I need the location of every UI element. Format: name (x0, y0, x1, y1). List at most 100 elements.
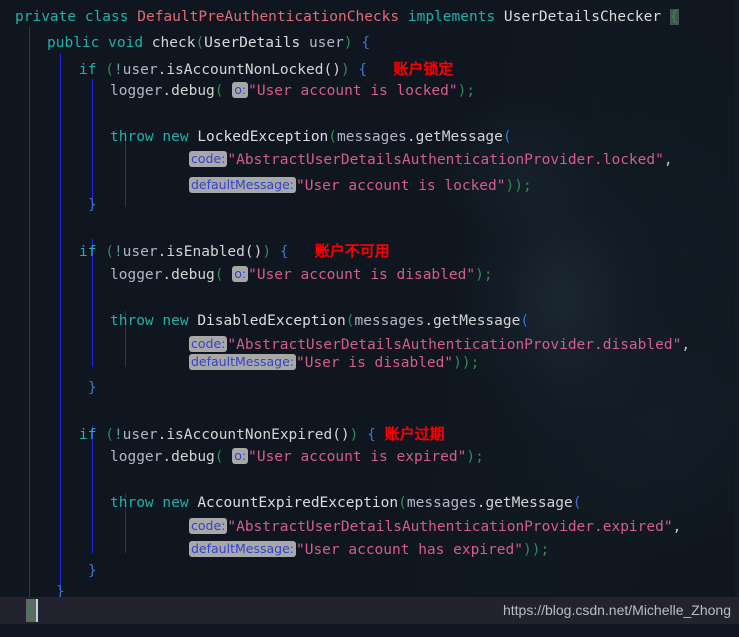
text-caret (36, 599, 38, 622)
token-keyword-throw: throw (110, 495, 154, 511)
code-line-4: logger.debug( o: "User account is locked"… (110, 78, 475, 104)
token-dot: . (162, 267, 172, 283)
token-logger: logger (110, 449, 163, 465)
token-lparen2: ( (572, 495, 582, 511)
token-close-brace: } (88, 563, 97, 579)
annotation-account-locked: 账户锁定 (393, 60, 454, 78)
token-receiver: user (122, 244, 158, 260)
param-hint-badge-defaultmessage: defaultMessage: (189, 177, 296, 193)
param-hint-badge-code: code: (189, 151, 228, 167)
param-hint-badge-defaultmessage: defaultMessage: (189, 541, 296, 557)
token-keyword-if: if (79, 244, 97, 260)
token-keyword-void: void (108, 35, 144, 51)
token-keyword-new: new (162, 129, 189, 145)
token-open-brace: { (361, 35, 371, 51)
token-semicolon: ; (466, 83, 476, 99)
token-string: "AbstractUserDetailsAuthenticationProvid… (227, 152, 664, 168)
bottom-bar (0, 624, 739, 637)
token-string: "User account is locked" (295, 178, 506, 194)
token-open-brace: { (279, 244, 289, 260)
token-exception-class: AccountExpiredException (197, 495, 399, 511)
token-semicolon: ; (475, 449, 484, 465)
token-param-type: UserDetails (204, 35, 301, 51)
token-close-parens: )) (453, 355, 471, 371)
code-line-1: private class DefaultPreAuthenticationCh… (15, 4, 679, 30)
token-keyword-new: new (162, 313, 189, 329)
param-hint-badge: o: (232, 82, 249, 98)
token-lparen2: ( (520, 313, 530, 329)
token-lparen: ( (195, 35, 205, 51)
token-string: "User account is locked" (248, 83, 458, 99)
token-interface-name: UserDetailsChecker (503, 9, 662, 25)
code-editor[interactable]: private class DefaultPreAuthenticationCh… (0, 0, 739, 597)
token-call-getmessage: getMessage (485, 495, 573, 511)
token-lparen: ( (398, 495, 407, 511)
token-exception-class: DisabledException (197, 313, 346, 329)
token-receiver: messages (406, 495, 477, 511)
watermark-url: https://blog.csdn.net/Michelle_Zhong (502, 602, 731, 618)
token-comma: , (672, 519, 682, 535)
token-string: "User account has expired" (295, 542, 523, 558)
token-comma: , (681, 337, 691, 353)
code-line-17: } (88, 375, 97, 401)
token-keyword-throw: throw (110, 129, 154, 145)
annotation-account-disabled: 账户不可用 (314, 242, 390, 260)
token-semicolon: ; (483, 267, 493, 283)
token-keyword-public: public (47, 35, 100, 51)
token-lparen: ( (214, 267, 224, 283)
token-method-check: check (151, 35, 196, 51)
code-line-8: defaultMessage: "User account is locked")… (189, 173, 532, 199)
code-line-12: logger.debug( o: "User account is disable… (110, 262, 493, 288)
token-keyword-private: private (15, 9, 77, 25)
token-dot: . (162, 449, 172, 465)
annotation-account-expired: 账户过期 (384, 425, 445, 443)
code-line-7: code: "AbstractUserDetailsAuthenticationP… (189, 147, 673, 173)
code-line-26: } (56, 579, 65, 597)
token-semicolon: ; (470, 355, 480, 371)
token-close-brace: } (88, 197, 97, 213)
indent-guide-2 (60, 53, 61, 587)
code-line-14: throw new DisabledException (messages.get… (110, 308, 529, 334)
token-call-getmessage: getMessage (433, 313, 521, 329)
code-line-22: throw new AccountExpiredException(messag… (110, 490, 581, 516)
token-open-brace: { (367, 427, 376, 443)
token-receiver: user (122, 62, 158, 78)
token-close-brace: } (88, 380, 97, 396)
token-call-getmessage: getMessage (415, 129, 503, 145)
token-close-parens: )) (505, 178, 523, 194)
token-rparen: ) (340, 62, 350, 78)
token-logger: logger (110, 83, 163, 99)
param-hint-badge-defaultmessage: defaultMessage: (189, 354, 296, 370)
token-keyword-throw: throw (110, 313, 154, 329)
token-logger: logger (110, 267, 163, 283)
token-negation: ! (113, 62, 123, 78)
token-comma: , (663, 152, 673, 168)
code-line-9: } (88, 192, 97, 218)
token-string: "User account is expired" (248, 449, 467, 465)
token-rparen: ) (343, 35, 353, 51)
token-close-brace-cursor: } (26, 599, 36, 622)
token-call: isAccountNonLocked() (166, 62, 341, 78)
token-call: isEnabled() (166, 244, 263, 260)
token-keyword-implements: implements (407, 9, 496, 25)
token-param-name: user (308, 35, 344, 51)
indent-guide-1 (29, 27, 30, 597)
token-dot: . (424, 313, 434, 329)
token-keyword-if: if (79, 427, 97, 443)
token-keyword-new: new (162, 495, 189, 511)
